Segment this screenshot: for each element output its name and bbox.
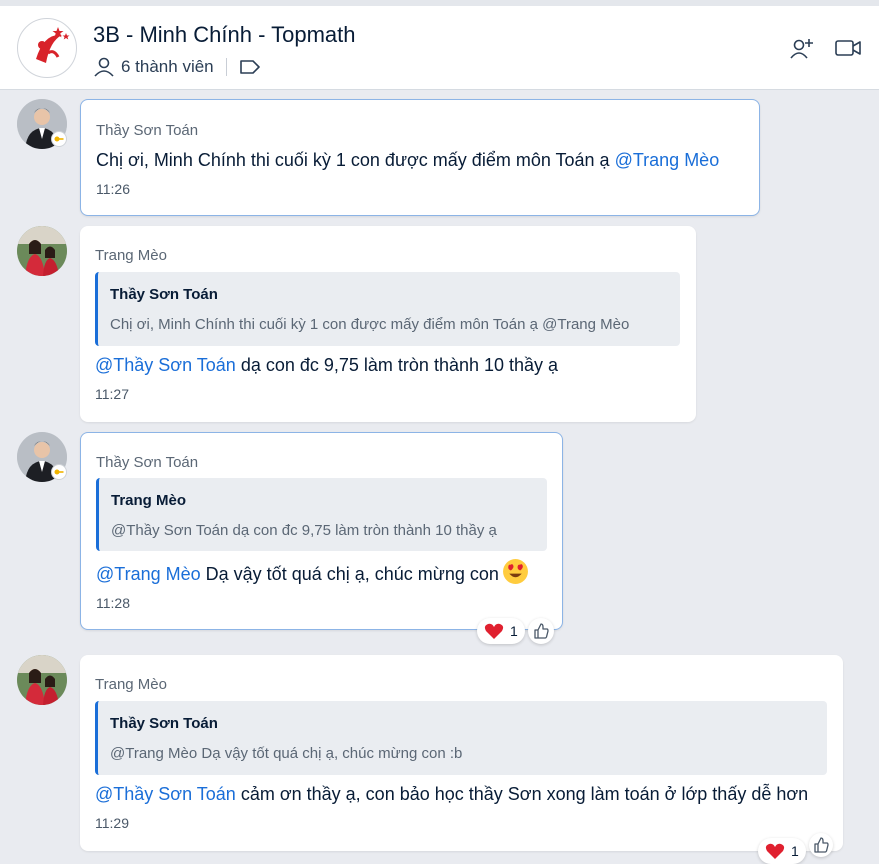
heart-icon [484,623,504,639]
message-bubble[interactable]: Thầy Sơn Toán Trang Mèo @Thầy Sơn Toán d… [80,432,563,630]
group-avatar[interactable] [17,18,77,78]
mention-link[interactable]: @Trang Mèo [96,564,201,585]
quoted-sender: Thầy Sơn Toán [110,286,218,303]
mention-link[interactable]: @Trang Mèo [615,150,720,170]
message-text: @Thầy Sơn Toán dạ con đc 9,75 làm tròn t… [95,355,558,376]
message-time: 11:28 [96,595,130,611]
reaction-summary[interactable]: 1 [758,838,806,864]
sender-name: Thầy Sơn Toán [96,122,199,139]
quoted-text: @Thầy Sơn Toán dạ con đc 9,75 làm tròn t… [111,522,497,539]
quoted-text: Chị ơi, Minh Chính thi cuối kỳ 1 con đượ… [110,316,630,333]
members-count: 6 thành viên [121,57,214,76]
message-time: 11:27 [95,386,129,402]
divider [225,58,227,76]
chat-header: 3B - Minh Chính - Topmath 6 thành viên [0,6,879,90]
message-text: Chị ơi, Minh Chính thi cuối kỳ 1 con đượ… [96,150,719,171]
sender-name: Thầy Sơn Toán [96,454,199,471]
message-bubble[interactable]: Trang Mèo Thầy Sơn Toán Chị ơi, Minh Chí… [80,226,696,422]
tag-icon[interactable] [239,59,261,75]
quoted-sender: Thầy Sơn Toán [110,715,218,732]
sender-name: Trang Mèo [95,247,167,264]
key-badge-icon [51,131,67,147]
message-body: cảm ơn thầy ạ, con bảo học thầy Sơn xong… [235,784,809,804]
quoted-text: @Trang Mèo Dạ vậy tốt quá chị ạ, chúc mừ… [110,745,463,762]
message-text: @Thầy Sơn Toán cảm ơn thầy ạ, con bảo họ… [95,784,808,805]
heart-eyes-emoji-icon [502,559,528,584]
message-bubble[interactable]: Trang Mèo Thầy Sơn Toán @Trang Mèo Dạ vậ… [80,655,843,851]
mention-link[interactable]: @Thầy Sơn Toán [95,784,236,804]
like-button[interactable] [809,833,833,857]
like-button[interactable] [528,618,554,644]
reaction-count: 1 [791,843,799,859]
message-bubble[interactable]: Thầy Sơn Toán Chị ơi, Minh Chính thi cuố… [80,99,760,216]
message-body: Dạ vậy tốt quá chị ạ, chúc mừng con [200,564,499,584]
sender-avatar-trang-meo[interactable] [17,655,67,705]
message-body: dạ con đc 9,75 làm tròn thành 10 thầy ạ [235,355,559,375]
group-title: 3B - Minh Chính - Topmath [93,22,356,47]
reaction-count: 1 [510,623,518,639]
message-time: 11:29 [95,815,129,831]
key-badge-icon [51,464,67,480]
quoted-message[interactable]: Thầy Sơn Toán @Trang Mèo Dạ vậy tốt quá … [95,701,827,775]
sender-name: Trang Mèo [95,676,167,693]
quoted-sender: Trang Mèo [111,492,187,509]
video-call-icon[interactable] [834,36,862,60]
members-info[interactable]: 6 thành viên [93,56,261,78]
message-text: @Trang Mèo Dạ vậy tốt quá chị ạ, chúc mừ… [96,559,529,585]
mention-link[interactable]: @Thầy Sơn Toán [95,355,236,375]
reaction-summary[interactable]: 1 [477,618,525,644]
message-time: 11:26 [96,181,130,197]
quoted-message[interactable]: Thầy Sơn Toán Chị ơi, Minh Chính thi cuố… [95,272,680,346]
message-body: Chị ơi, Minh Chính thi cuối kỳ 1 con đượ… [96,150,615,170]
sender-avatar-trang-meo[interactable] [17,226,67,276]
quoted-message[interactable]: Trang Mèo @Thầy Sơn Toán dạ con đc 9,75 … [96,478,547,551]
user-icon [94,57,114,77]
thumbs-up-icon [814,837,829,853]
thumbs-up-icon [534,623,549,639]
heart-icon [765,843,785,859]
add-member-icon[interactable] [788,36,816,60]
